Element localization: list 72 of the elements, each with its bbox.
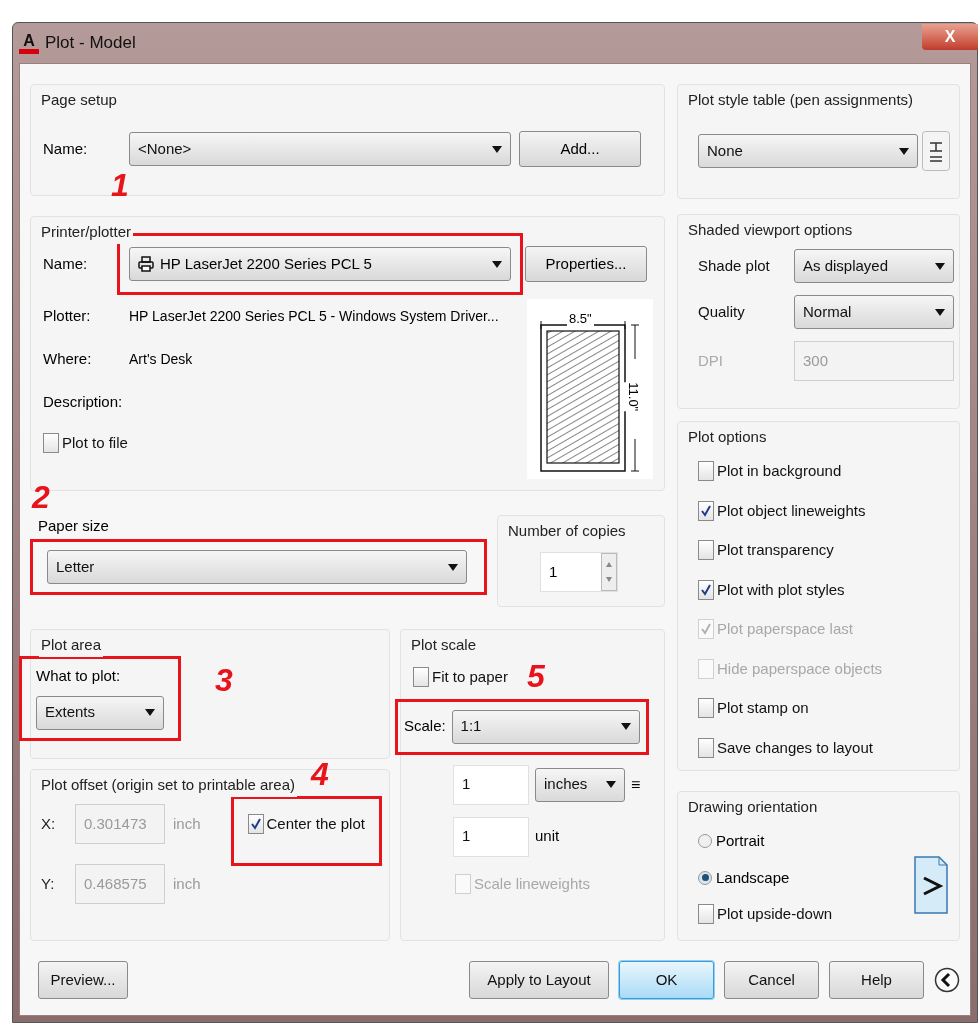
field-label: Quality	[698, 301, 746, 322]
dialog-button[interactable]: Help	[829, 961, 924, 999]
info-label: Where:	[43, 349, 93, 370]
caret-icon	[606, 781, 616, 788]
collapse-icon[interactable]	[934, 967, 960, 993]
group-title: Paper size	[38, 516, 110, 535]
checkbox[interactable]: Plot transparency	[698, 539, 834, 562]
checkbox[interactable]: Plot to file	[43, 432, 128, 455]
checkbox[interactable]: Save changes to layout	[698, 736, 873, 759]
dropdown[interactable]: Letter	[47, 550, 467, 584]
caret-icon	[899, 147, 909, 155]
field-label: Shade plot	[698, 255, 771, 276]
dropdown[interactable]: None	[698, 134, 918, 168]
checkbox[interactable]: Fit to paper	[413, 666, 508, 689]
step-number: 3	[215, 664, 233, 696]
unit-label: inch	[173, 873, 201, 894]
dropdown[interactable]: inches	[535, 767, 625, 802]
checkbox[interactable]: Center the plot	[247, 813, 365, 836]
checkbox[interactable]: Plot object lineweights	[698, 499, 866, 522]
field-label: X:	[41, 813, 57, 834]
info-label: Plotter:	[43, 306, 92, 327]
dialog-button[interactable]: Cancel	[724, 961, 819, 999]
checkbox[interactable]: Plot in background	[698, 460, 842, 483]
radio-button[interactable]: Portrait	[698, 830, 878, 853]
dropdown[interactable]: Extents	[36, 695, 164, 730]
info-value: HP LaserJet 2200 Series PCL 5 - Windows System Driver...	[129, 307, 499, 326]
caret-icon	[492, 145, 502, 153]
step-number: 4	[311, 758, 329, 790]
field-label: Y:	[41, 873, 56, 894]
edit-icon[interactable]	[922, 131, 950, 171]
unit-label: unit	[535, 826, 560, 847]
dropdown[interactable]: 1:1	[451, 709, 640, 744]
add-button[interactable]: Add...	[519, 131, 641, 167]
unit-label: inch	[173, 813, 201, 834]
caret-icon	[935, 262, 945, 270]
equals-sign: ≡	[631, 774, 641, 795]
dialog-button[interactable]: OK	[619, 961, 714, 999]
dropdown[interactable]: HP LaserJet 2200 Series PCL 5	[129, 247, 511, 281]
dropdown[interactable]: As displayed	[794, 249, 954, 283]
landscape-page-icon	[914, 856, 948, 914]
checkbox[interactable]: Plot stamp on	[698, 697, 809, 720]
field-label: DPI	[698, 350, 724, 371]
checkbox[interactable]: Plot with plot styles	[698, 578, 845, 601]
field-label: Name:	[43, 138, 89, 159]
caret-icon	[145, 709, 155, 716]
caret-icon	[492, 260, 502, 268]
step-number: 2	[32, 481, 50, 513]
check-icon	[700, 623, 712, 636]
input-field[interactable]: 1	[453, 764, 529, 805]
step-number: 1	[111, 169, 129, 201]
check-icon	[249, 818, 262, 831]
field-label: Name:	[43, 253, 89, 274]
field-label: Scale:	[404, 716, 447, 737]
checkbox[interactable]: Plot upside-down	[698, 903, 833, 926]
caret-icon	[935, 308, 945, 316]
dropdown[interactable]: Normal	[794, 295, 954, 329]
check-icon	[700, 583, 712, 596]
field-label: What to plot:	[36, 666, 122, 686]
dialog-button[interactable]: Apply to Layout	[469, 961, 609, 999]
dialog-button[interactable]: Preview...	[38, 961, 128, 999]
input-field[interactable]: 1	[453, 816, 529, 857]
radio-button[interactable]: Landscape	[698, 866, 878, 889]
caret-icon	[448, 563, 458, 571]
caret-icon	[621, 723, 631, 730]
info-label: Description:	[43, 392, 124, 413]
dropdown[interactable]: <None>	[129, 132, 511, 166]
check-icon	[700, 504, 712, 517]
info-value: Art's Desk	[129, 350, 193, 369]
step-number: 5	[527, 660, 545, 692]
window-title: Plot - Model	[45, 32, 136, 55]
printer-icon	[138, 256, 154, 272]
properties-button[interactable]: Properties...	[525, 246, 647, 282]
